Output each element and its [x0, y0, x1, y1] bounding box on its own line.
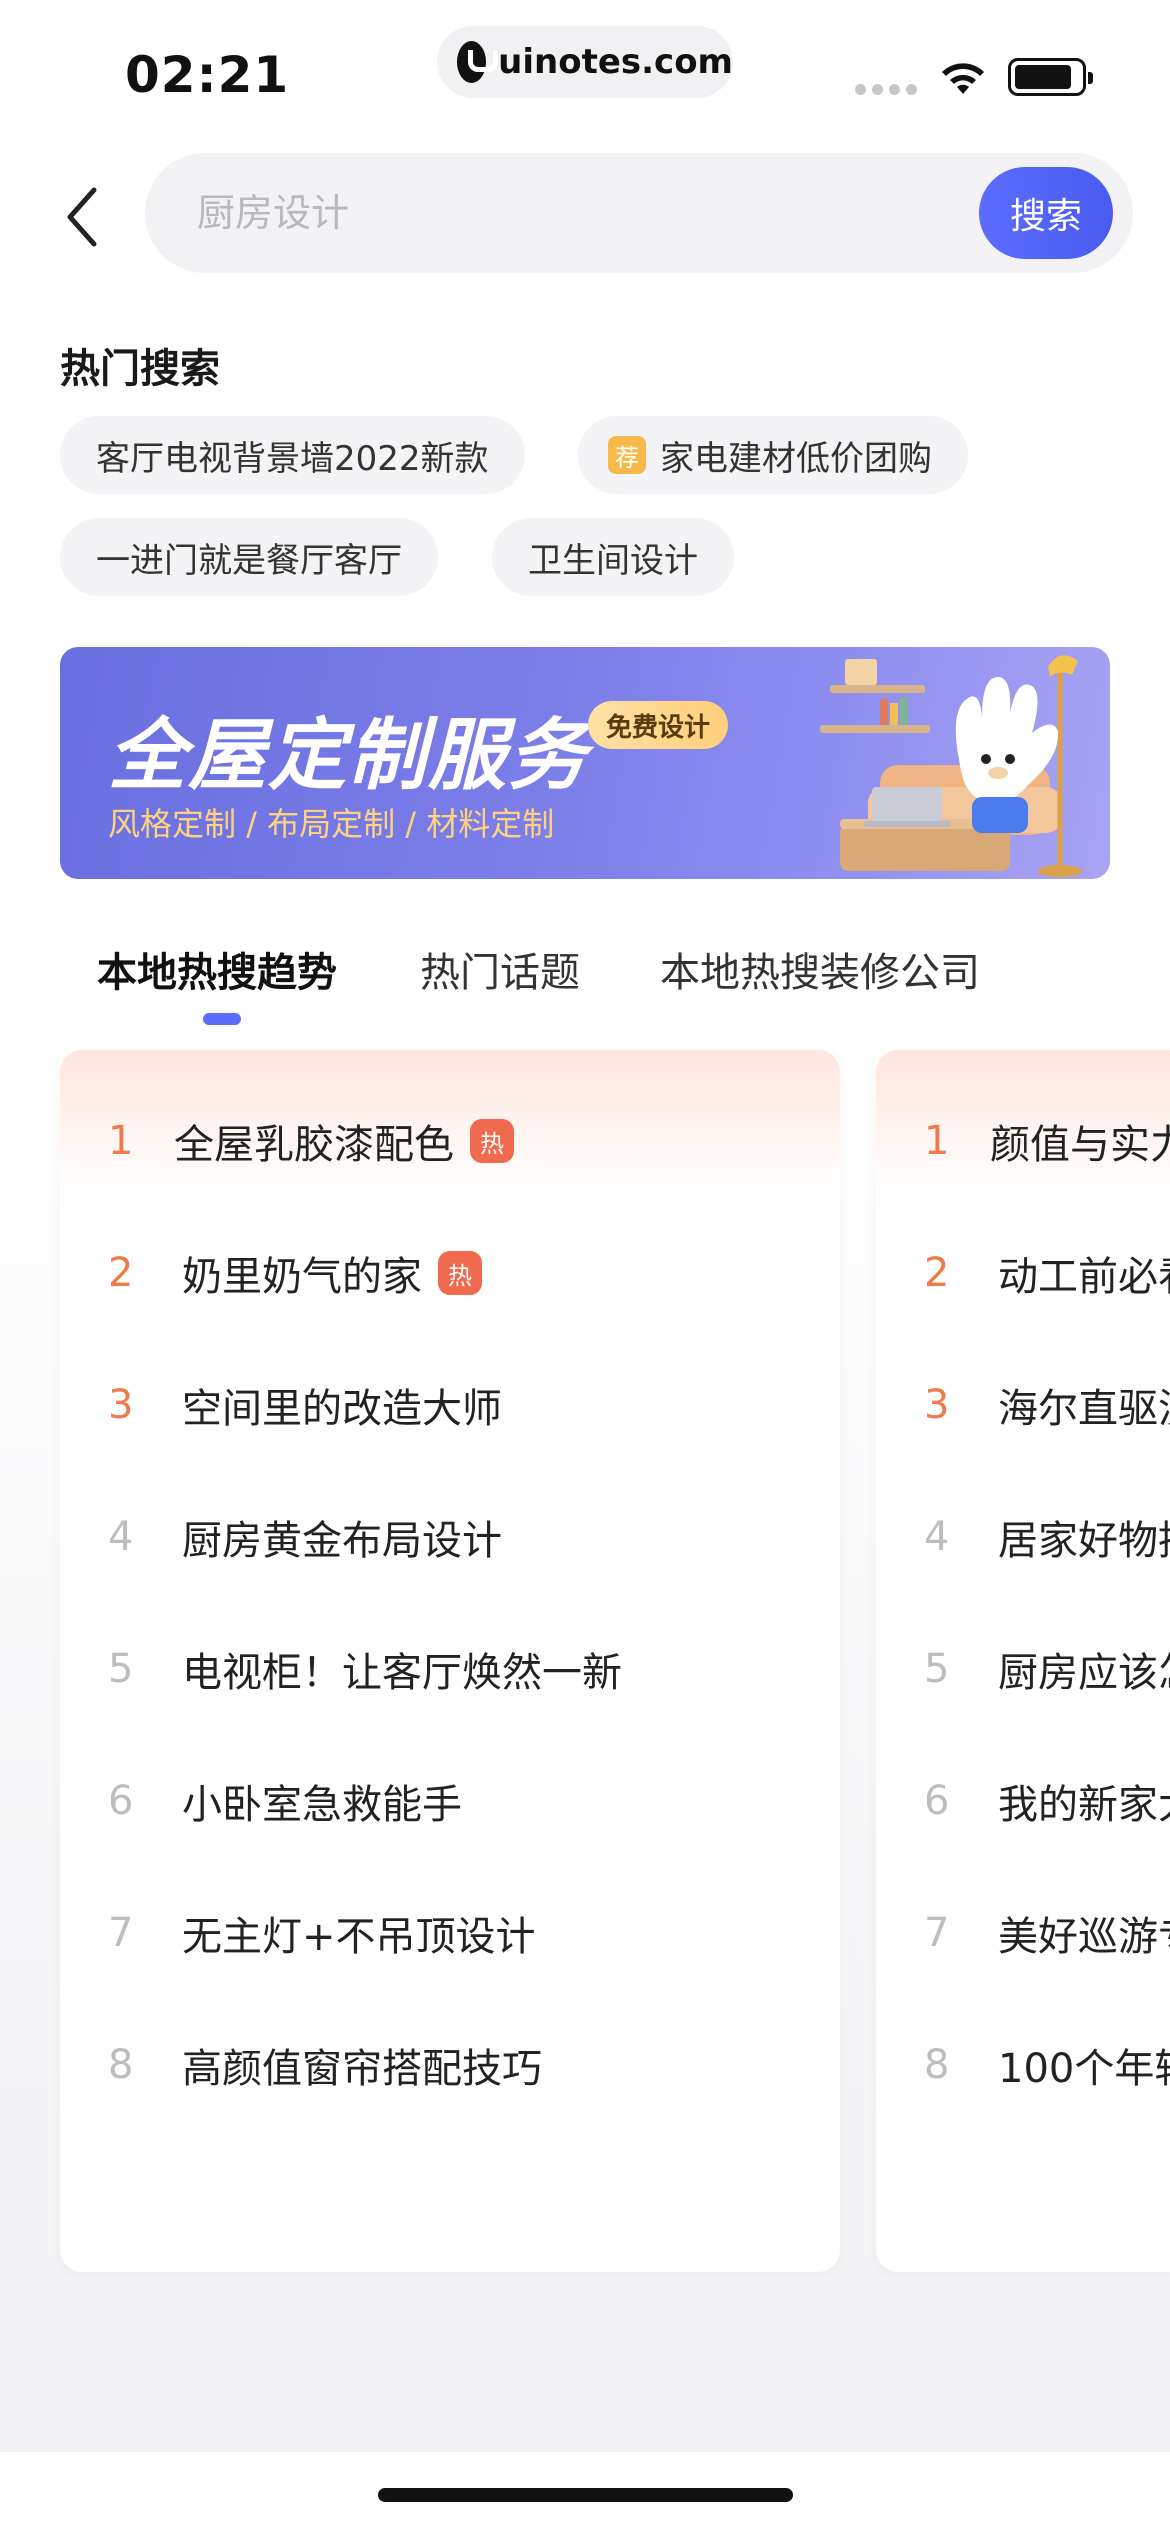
hot-search-chip[interactable]: 荐 家电建材低价团购	[578, 416, 968, 494]
rank-number: 3	[924, 1382, 950, 1428]
rank-number: 1	[108, 1118, 134, 1164]
hot-search-chip[interactable]: 卫生间设计	[492, 518, 734, 596]
rank-number: 8	[924, 2042, 950, 2088]
rank-number: 7	[108, 1910, 134, 1956]
rank-label: 颜值与实力	[990, 1122, 1170, 1168]
rank-number: 5	[924, 1646, 950, 1692]
status-bar: 02:21 uinotes.com	[0, 0, 1170, 140]
rank-number: 4	[108, 1514, 134, 1560]
rank-label: 居家好物推	[998, 1518, 1170, 1564]
cellular-signal-icon	[855, 84, 917, 95]
rank-number: 6	[924, 1778, 950, 1824]
rank-text: 全屋乳胶漆配色 热	[174, 1112, 514, 1170]
chip-label: 卫生间设计	[528, 540, 698, 581]
url-text: uinotes.com	[498, 42, 733, 82]
rank-label: 空间里的改造大师	[182, 1386, 502, 1432]
chip-label: 一进门就是餐厅客厅	[96, 540, 402, 581]
rank-number: 8	[108, 2042, 134, 2088]
tab-indicator	[203, 1013, 241, 1025]
list-item[interactable]: 5 电视柜！让客厅焕然一新	[60, 1628, 840, 1718]
trend-card: 1 全屋乳胶漆配色 热 2 奶里奶气的家 热 3 空间里的改造大师 4 厨房黄金…	[60, 1050, 840, 2272]
rank-label: 无主灯+不吊顶设计	[182, 1914, 536, 1960]
promo-banner[interactable]: 全屋定制服务 免费设计 风格定制 / 布局定制 / 材料定制	[60, 647, 1110, 879]
back-arrow-icon[interactable]	[58, 182, 108, 252]
list-item[interactable]: 6 小卧室急救能手	[60, 1760, 840, 1850]
hot-search-title: 热门搜索	[60, 346, 220, 392]
list-item[interactable]: 5 厨房应该怎	[876, 1628, 1170, 1718]
site-logo-icon	[457, 41, 499, 83]
trend-card: 1 颜值与实力 2 动工前必看 3 海尔直驱洗 4 居家好物推 5 厨房应该怎 …	[876, 1050, 1170, 2272]
wifi-icon	[942, 63, 984, 94]
chip-label: 家电建材低价团购	[660, 438, 932, 479]
rank-number: 3	[108, 1382, 134, 1428]
list-item[interactable]: 7 美好巡游专	[876, 1892, 1170, 1982]
rank-label: 动工前必看	[998, 1254, 1170, 1300]
rank-number: 4	[924, 1514, 950, 1560]
trend-tabs: 本地热搜趋势 热门话题 本地热搜装修公司	[0, 940, 1170, 1030]
rank-number: 2	[924, 1250, 950, 1296]
banner-badge: 免费设计	[588, 701, 729, 749]
rank-text: 奶里奶气的家 热	[182, 1244, 482, 1302]
rank-number: 6	[108, 1778, 134, 1824]
rank-label: 海尔直驱洗	[998, 1386, 1170, 1432]
rank-label: 小卧室急救能手	[182, 1782, 462, 1828]
rank-number: 2	[108, 1250, 134, 1296]
rank-label: 高颜值窗帘搭配技巧	[182, 2046, 542, 2092]
rank-label: 电视柜！让客厅焕然一新	[182, 1650, 622, 1696]
rank-number: 7	[924, 1910, 950, 1956]
battery-icon	[1008, 58, 1093, 96]
search-button[interactable]: 搜索	[979, 167, 1113, 259]
rank-number: 5	[108, 1646, 134, 1692]
rank-label: 100个年轻	[998, 2046, 1170, 2092]
tab-hot-topics[interactable]: 热门话题	[420, 940, 580, 998]
rank-label: 厨房应该怎	[998, 1650, 1170, 1696]
banner-subtitle: 风格定制 / 布局定制 / 材料定制	[108, 805, 555, 843]
list-item[interactable]: 8 100个年轻	[876, 2024, 1170, 2114]
list-item[interactable]: 2 动工前必看	[876, 1232, 1170, 1322]
rank-label: 美好巡游专	[998, 1914, 1170, 1960]
rank-label: 全屋乳胶漆配色	[174, 1122, 454, 1168]
search-box: 搜索	[145, 153, 1133, 273]
url-pill[interactable]: uinotes.com	[437, 26, 733, 98]
search-input[interactable]	[197, 181, 897, 245]
rank-number: 1	[924, 1118, 950, 1164]
tab-local-companies[interactable]: 本地热搜装修公司	[660, 940, 980, 998]
hot-search-chip[interactable]: 客厅电视背景墙2022新款	[60, 416, 525, 494]
list-item[interactable]: 8 高颜值窗帘搭配技巧	[60, 2024, 840, 2114]
hot-search-chip[interactable]: 一进门就是餐厅客厅	[60, 518, 438, 596]
list-item[interactable]: 3 空间里的改造大师	[60, 1364, 840, 1454]
list-item[interactable]: 7 无主灯+不吊顶设计	[60, 1892, 840, 1982]
tab-local-trends[interactable]: 本地热搜趋势	[97, 940, 337, 998]
list-item[interactable]: 1 颜值与实力	[876, 1100, 1170, 1190]
rank-label: 奶里奶气的家	[182, 1254, 422, 1300]
list-item[interactable]: 2 奶里奶气的家 热	[60, 1232, 840, 1322]
rank-label: 厨房黄金布局设计	[182, 1518, 502, 1564]
banner-illustration-icon	[820, 655, 1082, 877]
recommend-badge: 荐	[608, 436, 646, 474]
banner-title: 全屋定制服务	[108, 711, 589, 801]
list-item[interactable]: 1 全屋乳胶漆配色 热	[60, 1100, 840, 1190]
list-item[interactable]: 4 厨房黄金布局设计	[60, 1496, 840, 1586]
home-indicator[interactable]	[378, 2488, 793, 2502]
hot-badge: 热	[470, 1119, 514, 1163]
list-item[interactable]: 6 我的新家大	[876, 1760, 1170, 1850]
hot-badge: 热	[438, 1251, 482, 1295]
rank-label: 我的新家大	[998, 1782, 1170, 1828]
status-time: 02:21	[125, 46, 290, 104]
chip-label: 客厅电视背景墙2022新款	[96, 438, 489, 479]
list-item[interactable]: 4 居家好物推	[876, 1496, 1170, 1586]
list-item[interactable]: 3 海尔直驱洗	[876, 1364, 1170, 1454]
